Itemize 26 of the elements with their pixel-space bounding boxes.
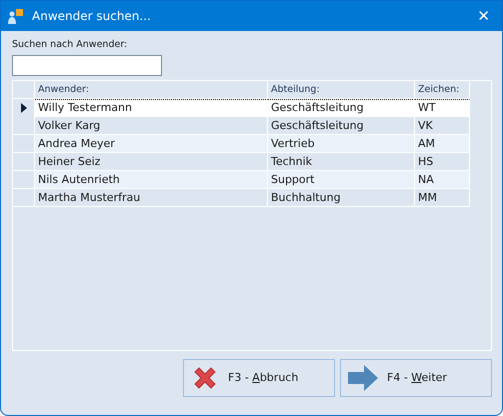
table-cell: Technik: [268, 153, 415, 172]
table-cell: Andrea Meyer: [35, 135, 268, 154]
next-button[interactable]: F4 - Weiter: [340, 359, 492, 397]
table-cell: Geschäftsleitung: [268, 99, 415, 118]
table-cell: NA: [415, 171, 470, 190]
table-cell: MM: [415, 189, 470, 208]
table-cell: Support: [268, 171, 415, 190]
table-cell: VK: [415, 117, 470, 136]
table-cell: Geschäftsleitung: [268, 117, 415, 136]
table-cell: Vertrieb: [268, 135, 415, 154]
app-icon: [7, 6, 25, 26]
table-cell: Willy Testermann: [35, 99, 268, 118]
table-cell: HS: [415, 153, 470, 172]
cancel-button[interactable]: F3 - Abbruch: [183, 359, 335, 397]
table-cell: WT: [415, 99, 470, 118]
table-cell: Volker Karg: [35, 117, 268, 136]
arrow-icon: [347, 363, 379, 393]
table-cell: Martha Musterfrau: [35, 189, 268, 208]
window-title: Anwender suchen...: [32, 8, 152, 25]
table-cell: Nils Autenrieth: [35, 171, 268, 190]
search-field[interactable]: [12, 55, 162, 76]
close-button[interactable]: ✕: [473, 8, 494, 24]
table-cell: AM: [415, 135, 470, 154]
table-cell: Buchhaltung: [268, 189, 415, 208]
search-label: Suchen nach Anwender:: [12, 38, 128, 52]
table-cell: Heiner Seiz: [35, 153, 268, 172]
